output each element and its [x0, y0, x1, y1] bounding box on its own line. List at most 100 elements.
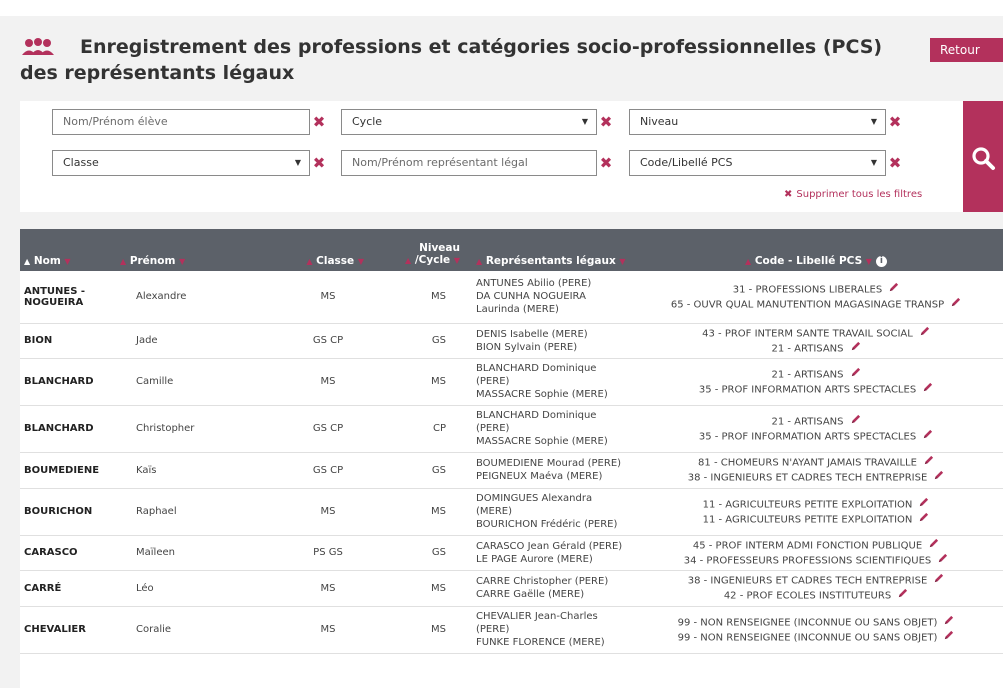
cell-representants: BLANCHARD Dominique (PERE) MASSACRE Sophie… [464, 358, 629, 406]
info-icon[interactable]: i [875, 255, 887, 267]
pencil-icon[interactable] [943, 630, 954, 645]
sort-asc-icon: ▲ [120, 257, 127, 266]
pcs-label: 99 - NON RENSEIGNEE (INCONNUE OU SANS OB… [677, 617, 938, 628]
pcs-line: 31 - PROFESSIONS LIBERALES [633, 282, 999, 297]
cell-classe: MS [272, 271, 368, 324]
clear-student-name-icon[interactable]: ✖ [312, 113, 326, 131]
column-header-nom[interactable]: ▲ Nom ▼ [20, 229, 116, 271]
column-header-classe[interactable]: ▲ Classe ▼ [272, 229, 368, 271]
pcs-line: 99 - NON RENSEIGNEE (INCONNUE OU SANS OB… [633, 615, 999, 630]
pencil-icon[interactable] [923, 455, 934, 470]
cell-representants: DENIS Isabelle (MERE) BION Sylvain (PERE) [464, 323, 629, 359]
page-title: Enregistrement des professions et catégo… [20, 36, 883, 84]
pencil-icon[interactable] [922, 382, 933, 397]
pencil-icon[interactable] [918, 497, 929, 512]
table-row[interactable]: BLANCHARD Christopher GS CP CP BLANCHARD Dom… [20, 405, 1003, 453]
pcs-label: 38 - INGENIEURS ET CADRES TECH ENTREPRIS… [687, 472, 928, 484]
table-row[interactable]: CHEVALIER Coralie MS MS CHEVALIER Jean-Charl… [20, 606, 1003, 654]
table-row[interactable]: BOURICHON Raphael MS MS DOMINGUES Alexandra(… [20, 488, 1003, 536]
column-header-representants[interactable]: ▲ Représentants légaux ▼ [464, 229, 629, 271]
clear-all-filters-link[interactable]: ✖ Supprimer tous les filtres [784, 189, 922, 200]
cell-prenom: Maïleen [116, 535, 272, 571]
cell-classe: MS [272, 570, 368, 607]
column-header-prenom[interactable]: ▲ Prénom ▼ [116, 229, 272, 271]
cell-classe: GS CP [272, 405, 368, 453]
sort-asc-icon: ▲ [306, 257, 313, 266]
pencil-icon[interactable] [850, 341, 861, 356]
clear-cycle-icon[interactable]: ✖ [599, 113, 613, 131]
pencil-icon[interactable] [922, 429, 933, 444]
cell-nom: CHEVALIER [20, 606, 116, 654]
sort-desc-icon: ▼ [357, 257, 364, 266]
representative-line: Laurinda (MERE) [476, 304, 559, 316]
column-header-pcs-label: Code - Libellé PCS [754, 255, 863, 267]
search-button[interactable] [963, 101, 1003, 212]
sort-asc-icon: ▲ [476, 257, 483, 266]
pencil-icon[interactable] [933, 573, 944, 588]
cell-prenom: Kaïs [116, 452, 272, 489]
pcs-label: 65 - OUVR QUAL MANUTENTION MAGASINAGE TR… [670, 299, 945, 311]
column-header-classe-label: Classe [316, 255, 355, 267]
pencil-icon[interactable] [937, 553, 948, 568]
cell-niveau: MS [368, 570, 464, 607]
representative-line: (MERE) [476, 506, 513, 517]
pcs-line: 35 - PROF INFORMATION ARTS SPECTACLES [633, 382, 999, 397]
representative-line: CARRE Gaëlle (MERE) [476, 589, 585, 600]
cell-representants: CARRE Christopher (PERE) CARRE Gaëlle (ME… [464, 570, 629, 607]
clear-pcs-icon[interactable]: ✖ [888, 154, 902, 172]
representative-name-input[interactable]: Nom/Prénom représentant légal [341, 150, 597, 176]
cell-pcs: 81 - CHOMEURS N'AYANT JAMAIS TRAVAILLE 38… [629, 452, 1003, 489]
classe-select[interactable]: Classe ▼ [52, 150, 310, 176]
niveau-select-value: Niveau [640, 115, 679, 128]
column-header-pcs[interactable]: ▲ Code - Libellé PCS ▼ i [629, 229, 1003, 271]
student-name-input[interactable]: Nom/Prénom élève [52, 109, 310, 135]
table-row[interactable]: BOUMEDIENE Kaïs GS CP GS BOUMEDIENE Mourad (… [20, 452, 1003, 489]
cell-classe: MS [272, 606, 368, 654]
cell-classe: MS [272, 358, 368, 406]
pcs-label: 21 - ARTISANS [771, 416, 844, 427]
cell-pcs: 38 - INGENIEURS ET CADRES TECH ENTREPRIS… [629, 570, 1003, 607]
cell-nom: BION [20, 323, 116, 359]
table-row[interactable]: ANTUNES - NOGUEIRA Alexandre MS MS ANTUNES A… [20, 271, 1003, 324]
cell-representants: ANTUNES Abilio (PERE) DA CUNHA NOGUEIRA La… [464, 271, 629, 324]
pencil-icon[interactable] [850, 367, 861, 382]
column-header-niveau[interactable]: Niveau ▲ /Cycle ▼ [368, 229, 464, 271]
students-table: ▲ Nom ▼ ▲ Prénom ▼ ▲ Classe ▼ Niveau ▲ /C… [20, 229, 1003, 688]
representative-line: PEIGNEUX Maéva (MERE) [476, 471, 603, 482]
pencil-icon[interactable] [888, 282, 899, 297]
table-row[interactable]: CARRÉ Léo MS MS CARRE Christopher (PERE) CARR… [20, 570, 1003, 607]
retour-button[interactable]: Retour [930, 38, 1003, 62]
pencil-icon[interactable] [933, 470, 944, 485]
representative-line: DA CUNHA NOGUEIRA [476, 291, 586, 303]
pcs-select[interactable]: Code/Libellé PCS ▼ [629, 150, 886, 176]
pcs-label: 99 - NON RENSEIGNEE (INCONNUE OU SANS OB… [677, 632, 938, 643]
pcs-line: 11 - AGRICULTEURS PETITE EXPLOITATION [633, 512, 999, 527]
pencil-icon[interactable] [897, 588, 908, 603]
pencil-icon[interactable] [918, 512, 929, 527]
pencil-icon[interactable] [950, 297, 961, 312]
representative-line: BION Sylvain (PERE) [476, 341, 578, 353]
pencil-icon[interactable] [850, 414, 861, 429]
table-row[interactable]: CARASCO Maïleen PS GS GS CARASCO Jean Gérald… [20, 535, 1003, 571]
cell-prenom: Alexandre [116, 271, 272, 324]
table-row[interactable]: BLANCHARD Camille MS MS BLANCHARD Dominique(… [20, 358, 1003, 406]
pcs-line: 99 - NON RENSEIGNEE (INCONNUE OU SANS OB… [633, 630, 999, 645]
cell-nom: CARRÉ [20, 570, 116, 607]
column-header-representants-label: Représentants légaux [485, 255, 616, 267]
cell-pcs: 43 - PROF INTERM SANTE TRAVAIL SOCIAL 21 … [629, 323, 1003, 359]
niveau-select[interactable]: Niveau ▼ [629, 109, 886, 135]
clear-all-filters-label: Supprimer tous les filtres [796, 189, 923, 200]
pencil-icon[interactable] [943, 615, 954, 630]
representative-line: DOMINGUES Alexandra [476, 493, 593, 504]
cycle-select[interactable]: Cycle ▼ [341, 109, 597, 135]
top-bar [0, 0, 1003, 16]
pencil-icon[interactable] [919, 326, 930, 341]
representative-line: MASSACRE Sophie (MERE) [476, 436, 608, 447]
pcs-line: 43 - PROF INTERM SANTE TRAVAIL SOCIAL [633, 326, 999, 341]
clear-classe-icon[interactable]: ✖ [312, 154, 326, 172]
pencil-icon[interactable] [928, 538, 939, 553]
table-row[interactable]: BION Jade GS CP GS DENIS Isabelle (MERE) BION… [20, 323, 1003, 359]
clear-niveau-icon[interactable]: ✖ [888, 113, 902, 131]
representative-line: CHEVALIER Jean-Charles [476, 611, 598, 622]
clear-representative-icon[interactable]: ✖ [599, 154, 613, 172]
